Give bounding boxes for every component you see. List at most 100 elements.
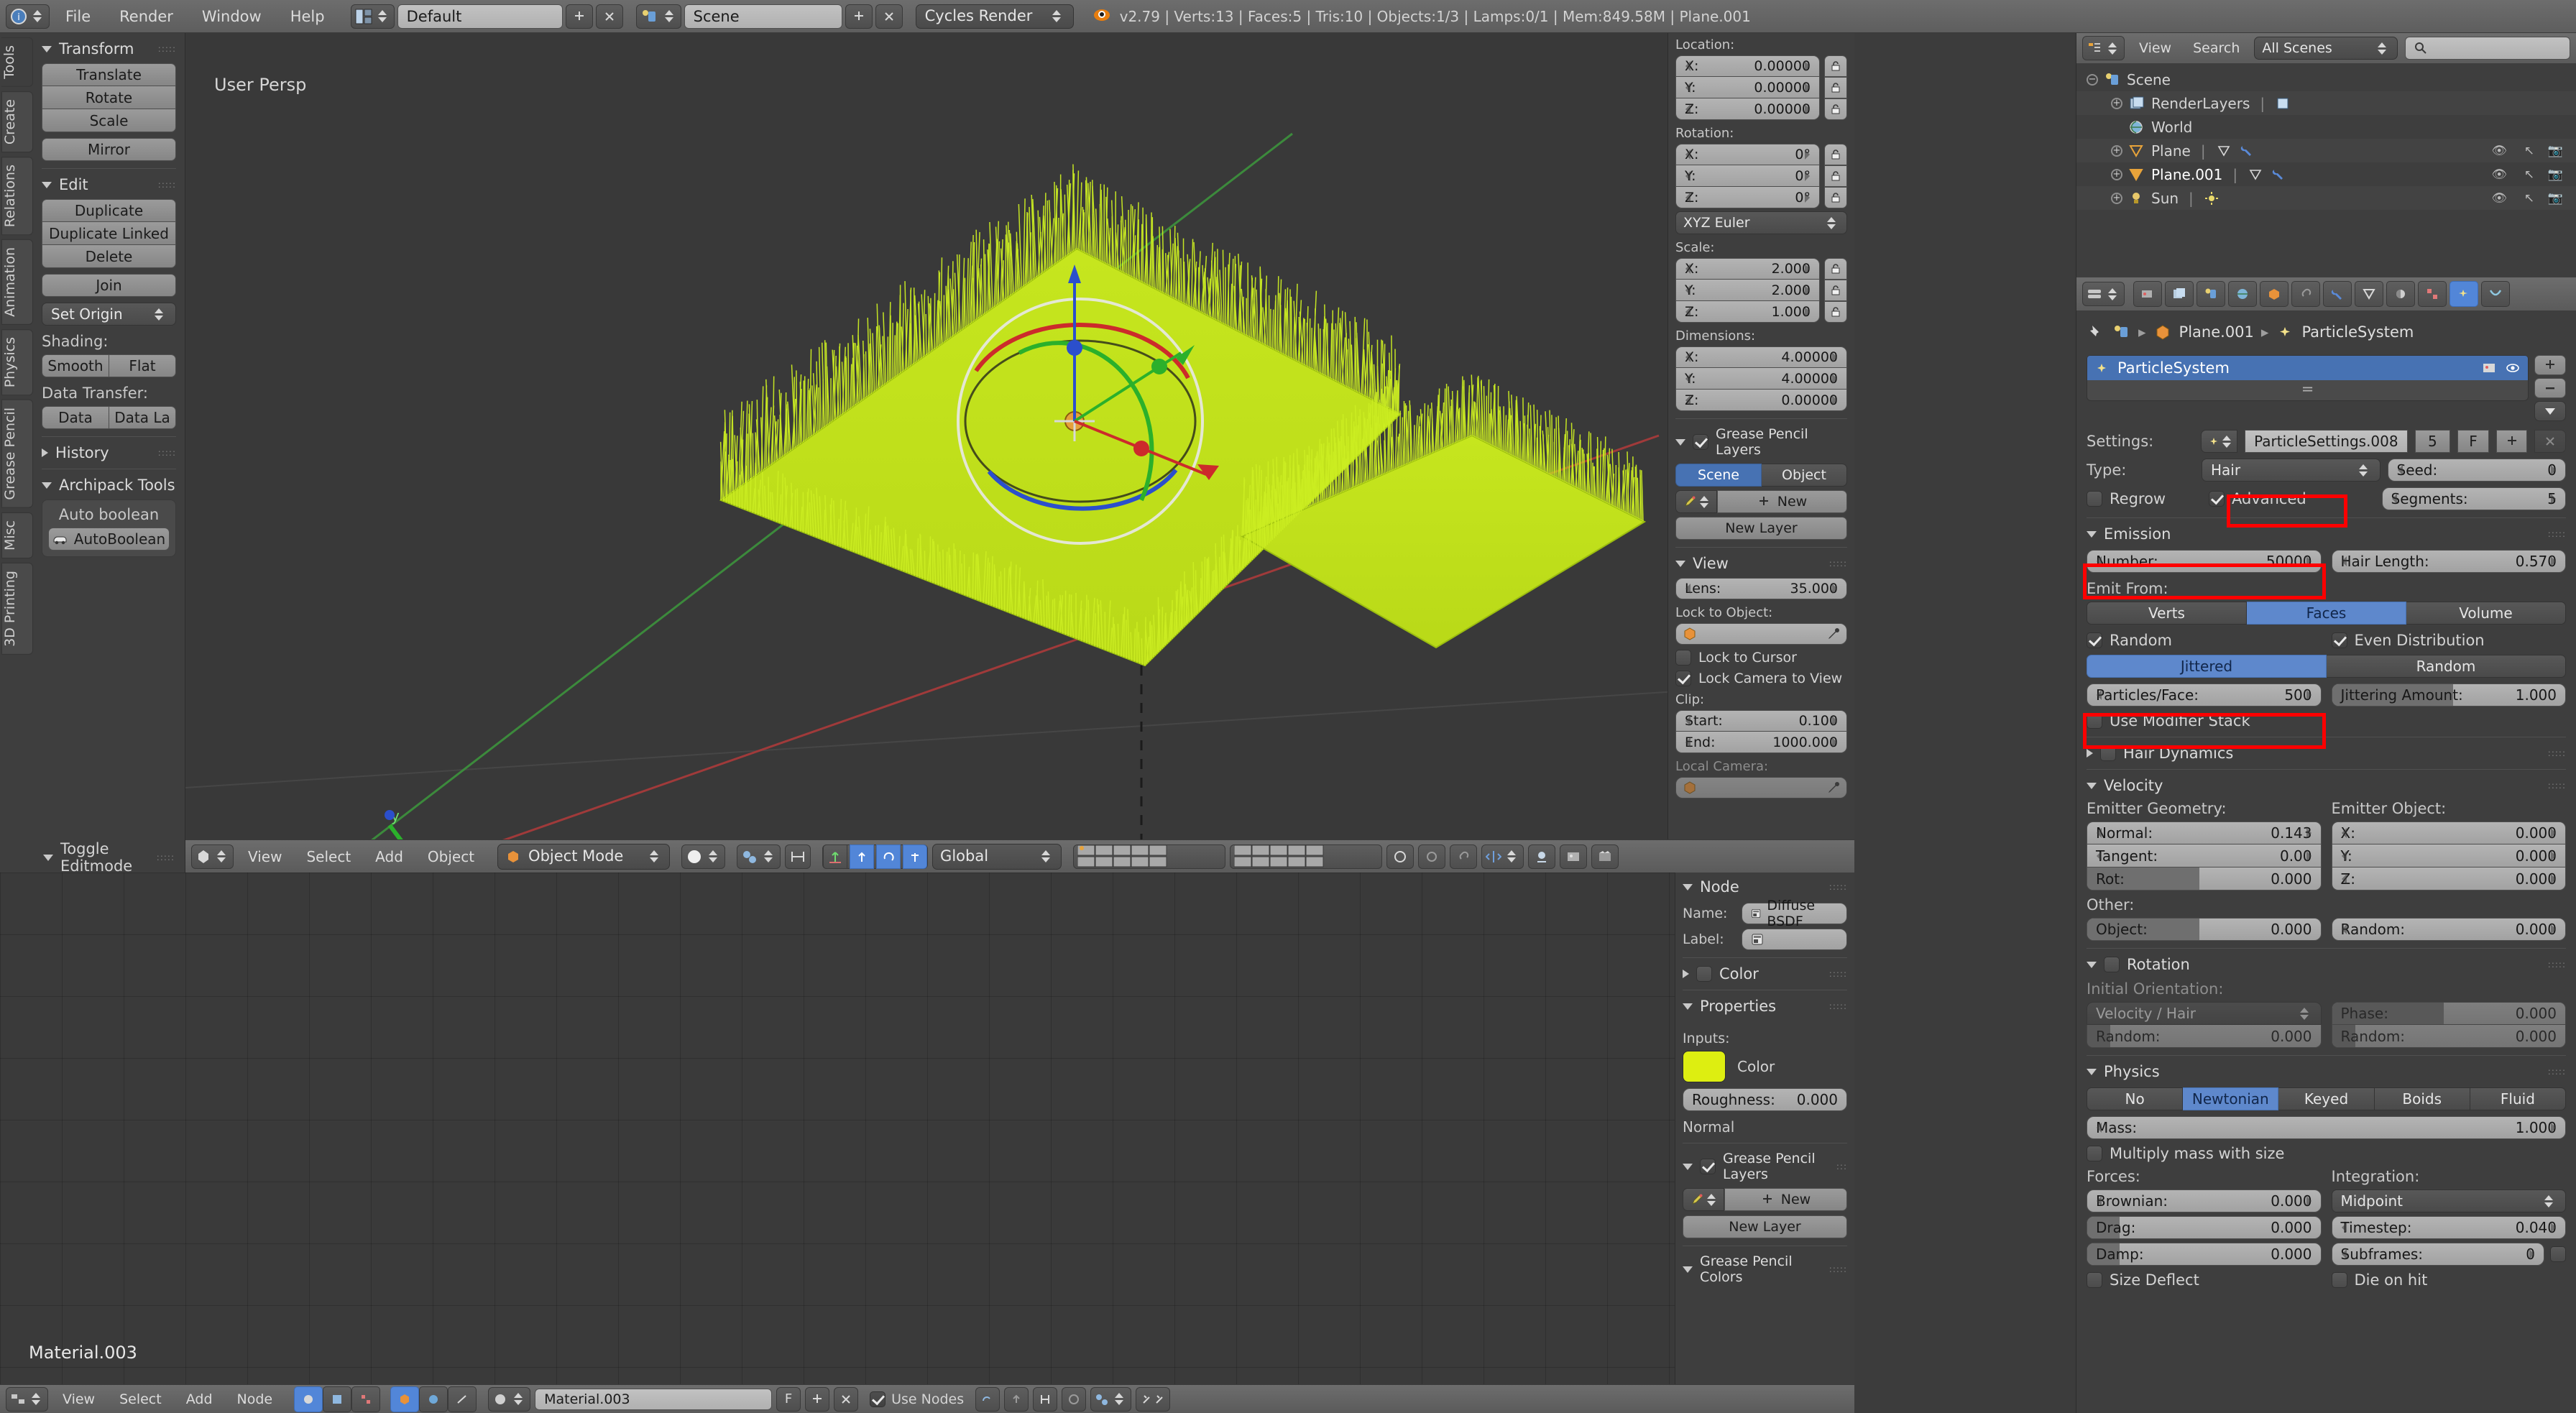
die-on-hit-checkbox[interactable]: [2332, 1272, 2347, 1288]
lock-camera-to-view-row[interactable]: Lock Camera to View: [1675, 671, 1847, 686]
node-color-checkbox[interactable]: [1696, 966, 1712, 982]
manipulator-enable-icon[interactable]: [823, 844, 847, 869]
pivot-point-selector[interactable]: [737, 844, 781, 869]
render-animation-icon[interactable]: [1591, 844, 1619, 869]
restrict-view-icon[interactable]: 👁: [2491, 144, 2507, 158]
scale-z-field[interactable]: Z: 1.000: [1675, 301, 1820, 323]
mass-field[interactable]: Mass: 1.000: [2087, 1116, 2566, 1139]
transform-orientation-selector[interactable]: Global: [932, 844, 1062, 870]
tab-create[interactable]: Create: [1, 91, 33, 152]
tab-modifiers[interactable]: [2323, 281, 2352, 307]
clip-start-field[interactable]: Start: 0.100: [1675, 710, 1847, 732]
duplicate-linked-button[interactable]: Duplicate Linked: [42, 222, 176, 245]
dimension-y-field[interactable]: Y: 4.00000: [1675, 368, 1847, 390]
outliner-display-mode-selector[interactable]: All Scenes: [2254, 37, 2398, 60]
tab-relations[interactable]: Relations: [1, 157, 33, 235]
physics-fluid-button[interactable]: Fluid: [2470, 1087, 2566, 1110]
tab-scene[interactable]: [2196, 281, 2225, 307]
multiply-mass-checkbox[interactable]: [2087, 1146, 2102, 1161]
number-field[interactable]: Number: 50000: [2087, 550, 2322, 573]
node-menu-select[interactable]: Select: [109, 1391, 172, 1407]
location-y-field[interactable]: Y: 0.00000: [1675, 77, 1820, 98]
velocity-panel-header[interactable]: Velocity :::::: [2087, 777, 2566, 794]
node-menu-node[interactable]: Node: [227, 1391, 283, 1407]
breadcrumb-particlesystem[interactable]: ParticleSystem: [2301, 323, 2414, 341]
autoboolean-button[interactable]: AutoBoolean: [48, 528, 170, 551]
scale-x-field[interactable]: X: 2.000: [1675, 258, 1820, 280]
lock-to-object-field[interactable]: [1675, 623, 1847, 645]
world-shader-tab[interactable]: [419, 1386, 448, 1412]
timestep-field[interactable]: Timestep: 0.040: [2332, 1216, 2567, 1239]
delete-button[interactable]: Delete: [42, 245, 176, 268]
add-layout-button[interactable]: [566, 4, 593, 29]
node-gp-colors-header[interactable]: Grease Pencil Colors :::::: [1683, 1253, 1847, 1285]
menu-help[interactable]: Help: [277, 8, 338, 25]
mirror-button[interactable]: Mirror: [42, 138, 176, 161]
particle-type-selector[interactable]: Hair: [2202, 459, 2380, 482]
outliner-item-sun[interactable]: + Sun | 👁 ↖ 📷: [2076, 186, 2576, 210]
rotation-mode-selector[interactable]: XYZ Euler: [1675, 211, 1847, 234]
physics-no-button[interactable]: No: [2087, 1087, 2183, 1110]
node-gp-new-layer-button[interactable]: New Layer: [1683, 1215, 1847, 1238]
brownian-field[interactable]: Brownian: 0.000: [2087, 1189, 2322, 1212]
orientation-selector[interactable]: Velocity / Hair: [2087, 1002, 2322, 1025]
use-nodes-row[interactable]: Use Nodes: [870, 1391, 964, 1407]
viewport-shading-selector[interactable]: [681, 844, 725, 869]
lock-scale-x-button[interactable]: [1824, 258, 1847, 280]
outliner-item-renderlayers[interactable]: + RenderLayers |: [2076, 91, 2576, 115]
rotation-y-field[interactable]: Y: 0°: [1675, 165, 1820, 187]
screen-layout-field[interactable]: Default: [397, 4, 563, 29]
rotate-manipulator-icon[interactable]: [876, 844, 901, 869]
node-color-panel-header[interactable]: Color :::::: [1683, 965, 1847, 982]
physics-boids-button[interactable]: Boids: [2375, 1087, 2470, 1110]
snap-during-transform-toggle[interactable]: [785, 844, 811, 869]
collapse-toggle-icon[interactable]: −: [2087, 74, 2098, 86]
outliner-menu-search[interactable]: Search: [2186, 40, 2247, 56]
node-gp-browse-icon[interactable]: [1683, 1188, 1724, 1211]
restrict-select-icon[interactable]: ↖: [2524, 191, 2534, 206]
restrict-view-icon[interactable]: 👁: [2491, 191, 2507, 206]
restrict-render-icon[interactable]: 📷: [2548, 191, 2563, 206]
edit-panel-header[interactable]: Edit :::::: [42, 176, 176, 193]
editor-type-selector-info[interactable]: i: [6, 4, 50, 29]
render-engine-selector[interactable]: Cycles Render: [916, 4, 1074, 29]
node-auto-offset-icon[interactable]: [1004, 1387, 1029, 1412]
lens-field[interactable]: Lens: 35.000: [1675, 578, 1847, 599]
lock-rotation-y-button[interactable]: [1824, 165, 1847, 187]
tab-3d-printing[interactable]: 3D Printing: [1, 563, 33, 655]
expand-toggle-icon[interactable]: +: [2111, 169, 2122, 180]
render-toggle-icon[interactable]: [2482, 361, 2498, 375]
node-tools-icon[interactable]: [1136, 1387, 1170, 1412]
fake-user-button[interactable]: F: [776, 1387, 801, 1412]
shader-nodes-tab[interactable]: [294, 1386, 323, 1412]
tab-data[interactable]: [2355, 281, 2383, 307]
node-gp-new-button[interactable]: New: [1724, 1188, 1847, 1211]
hair-length-field[interactable]: Hair Length: 0.570: [2332, 550, 2567, 573]
node-menu-add[interactable]: Add: [176, 1391, 223, 1407]
delete-scene-button[interactable]: [875, 4, 903, 29]
subframes-field[interactable]: Subframes: 0: [2332, 1243, 2545, 1266]
data-transfer-layout-button[interactable]: Data La: [109, 406, 176, 429]
tab-texture[interactable]: [2418, 281, 2447, 307]
hair-dynamics-checkbox[interactable]: [2100, 745, 2116, 761]
outliner-item-plane-001[interactable]: + Plane.001 | 👁 ↖ 📷: [2076, 162, 2576, 186]
scene-layers-grid-2[interactable]: [1230, 844, 1382, 869]
rotate-button[interactable]: Rotate: [42, 86, 176, 109]
velocity-tangent-field[interactable]: Tangent: 0.00: [2087, 844, 2322, 867]
local-camera-field[interactable]: [1675, 777, 1847, 798]
restrict-render-icon[interactable]: 📷: [2548, 144, 2563, 158]
drag-slider[interactable]: Drag: 0.000: [2087, 1216, 2322, 1239]
viewport-menu-view[interactable]: View: [238, 848, 292, 865]
tab-physics[interactable]: [2481, 281, 2510, 307]
particles-per-face-field[interactable]: Particles/Face: 500: [2087, 684, 2322, 706]
tab-tools[interactable]: Tools: [1, 37, 33, 87]
view-panel-header[interactable]: View :::::: [1675, 555, 1847, 572]
gp-layers-checkbox[interactable]: [1693, 434, 1708, 450]
editor-type-selector-properties[interactable]: [2082, 282, 2125, 306]
archipack-panel-header[interactable]: Archipack Tools: [42, 477, 176, 494]
tab-grease-pencil[interactable]: Grease Pencil: [1, 400, 33, 508]
emit-from-faces-button[interactable]: Faces: [2247, 602, 2406, 625]
gp-new-button[interactable]: New: [1717, 490, 1847, 513]
velocity-rot-slider[interactable]: Rot: 0.000: [2087, 867, 2322, 890]
editor-type-selector-node[interactable]: [6, 1387, 48, 1412]
